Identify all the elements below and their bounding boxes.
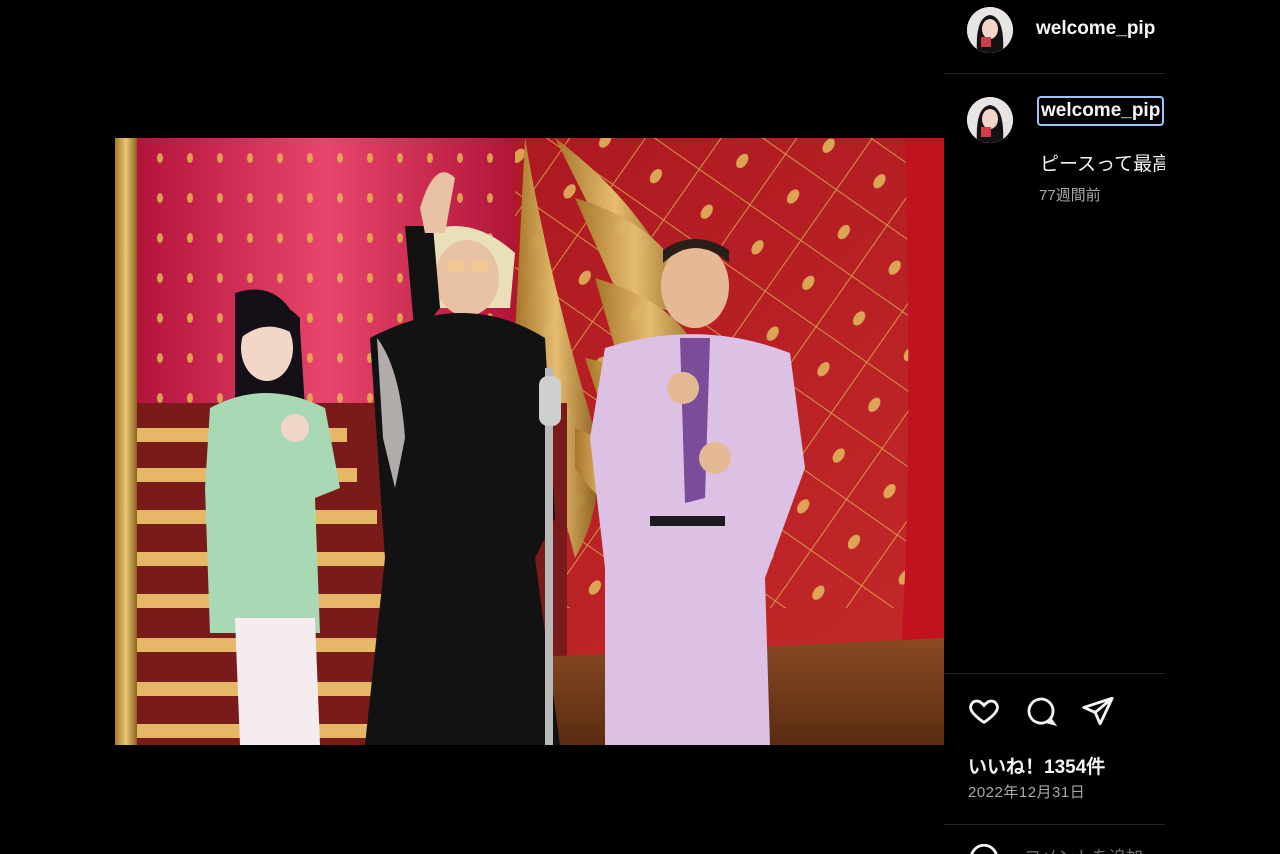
post-dialog: welcome_pip welcome_pip ピースって最高 77週間前 いい… <box>115 0 1165 854</box>
emoji-icon[interactable] <box>967 841 1001 854</box>
post-sidebar: welcome_pip welcome_pip ピースって最高 77週間前 いい… <box>944 0 1165 854</box>
heart-icon[interactable] <box>967 694 1001 728</box>
post-photo[interactable] <box>115 138 944 745</box>
send-icon[interactable] <box>1081 694 1115 728</box>
comment-icon[interactable] <box>1024 694 1058 728</box>
action-bar <box>944 673 1165 825</box>
post-header: welcome_pip <box>944 0 1165 74</box>
header-username[interactable]: welcome_pip <box>1036 18 1155 40</box>
like-count[interactable]: いいね！1354件 <box>968 752 1105 779</box>
comment-input[interactable]: コメントを追加 <box>1024 843 1143 854</box>
caption-text: ピースって最高 <box>1040 154 1165 175</box>
caption-username[interactable]: welcome_pip <box>1037 96 1165 126</box>
caption-timestamp[interactable]: 77週間前 <box>1039 184 1101 205</box>
post-date: 2022年12月31日 <box>968 784 1086 801</box>
media-column <box>115 0 945 854</box>
avatar[interactable] <box>967 7 1013 53</box>
page-backdrop <box>0 0 115 854</box>
caption-avatar[interactable] <box>967 97 1013 143</box>
comment-box: コメントを追加 <box>944 823 1165 854</box>
